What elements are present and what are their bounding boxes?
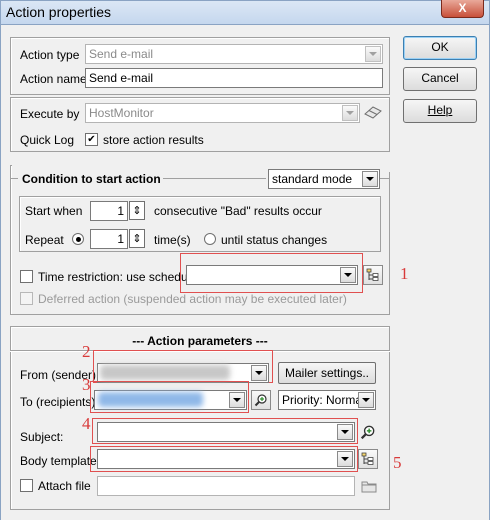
to-label: To (recipients): bbox=[20, 395, 99, 409]
repeat-input[interactable]: 1 bbox=[90, 229, 128, 249]
mailer-settings-button[interactable]: Mailer settings.. bbox=[278, 362, 376, 384]
execute-by-select[interactable]: HostMonitor bbox=[85, 103, 360, 123]
chevron-down-icon bbox=[344, 273, 352, 277]
attach-file-checkbox[interactable] bbox=[20, 479, 33, 492]
quick-log-checkbox-label: store action results bbox=[103, 133, 204, 147]
chevron-down-icon bbox=[341, 430, 349, 434]
parameters-group-title: --- Action parameters --- bbox=[132, 334, 268, 348]
eraser-button[interactable] bbox=[362, 102, 384, 122]
body-template-label: Body template bbox=[20, 454, 97, 468]
folder-icon bbox=[361, 481, 377, 493]
close-button[interactable]: X bbox=[441, 0, 484, 18]
action-type-label: Action type bbox=[20, 48, 80, 62]
subject-macro-button[interactable] bbox=[358, 422, 378, 442]
priority-value: Priority: Normal bbox=[282, 393, 365, 407]
annotation-1: 1 bbox=[400, 264, 409, 283]
window-title: Action properties bbox=[6, 4, 112, 20]
groupbox-line bbox=[10, 178, 18, 179]
chevron-down-icon bbox=[366, 177, 374, 181]
mode-dropdown-button[interactable] bbox=[362, 171, 378, 187]
mode-value: standard mode bbox=[272, 172, 353, 186]
repeat-spinner[interactable]: ⇕ bbox=[129, 229, 145, 248]
from-dropdown-button[interactable] bbox=[251, 365, 267, 381]
until-status-label: until status changes bbox=[221, 233, 328, 247]
repeat-label: Repeat bbox=[25, 233, 64, 247]
browse-file-button[interactable] bbox=[359, 476, 379, 496]
checkmark-icon: ✔ bbox=[87, 134, 96, 145]
until-status-radio[interactable] bbox=[204, 233, 216, 245]
start-when-spinner[interactable]: ⇕ bbox=[129, 201, 145, 220]
cancel-button[interactable]: Cancel bbox=[403, 67, 477, 91]
execute-by-value: HostMonitor bbox=[89, 106, 154, 120]
redacted-recipients bbox=[98, 392, 203, 407]
repeat-times-label: time(s) bbox=[154, 233, 191, 247]
time-restriction-checkbox[interactable] bbox=[20, 270, 33, 283]
annotation-5: 5 bbox=[393, 453, 402, 472]
annotation-3: 3 bbox=[82, 375, 91, 394]
body-template-dropdown-button[interactable] bbox=[337, 451, 353, 467]
quick-log-checkbox[interactable]: ✔ bbox=[85, 133, 98, 146]
time-restriction-label: Time restriction: use schedule bbox=[38, 270, 197, 284]
groupbox-line bbox=[163, 178, 266, 179]
schedule-dropdown-button[interactable] bbox=[340, 267, 356, 283]
body-template-input[interactable] bbox=[97, 449, 355, 469]
quick-log-label: Quick Log bbox=[20, 133, 75, 147]
repeat-radio[interactable] bbox=[72, 233, 84, 245]
attach-file-label: Attach file bbox=[38, 479, 91, 493]
schedule-select[interactable] bbox=[186, 265, 358, 285]
annotation-2: 2 bbox=[82, 342, 91, 361]
priority-dropdown-button[interactable] bbox=[358, 392, 374, 408]
subject-input[interactable] bbox=[97, 422, 355, 442]
tree-list-icon bbox=[361, 452, 374, 465]
action-name-label: Action name bbox=[20, 72, 87, 86]
action-name-input[interactable]: Send e-mail bbox=[85, 68, 383, 88]
chevron-down-icon bbox=[362, 398, 370, 402]
redacted-sender bbox=[100, 365, 230, 380]
radio-dot-icon bbox=[75, 236, 81, 242]
subject-dropdown-button[interactable] bbox=[337, 424, 353, 440]
mailer-settings-label: Mailer settings.. bbox=[284, 366, 370, 380]
tree-list-icon bbox=[366, 268, 379, 281]
action-name-value: Send e-mail bbox=[89, 71, 154, 85]
chevron-down-icon bbox=[346, 111, 354, 115]
condition-group-title: Condition to start action bbox=[22, 172, 161, 186]
help-button[interactable]: Help bbox=[403, 99, 477, 123]
chevron-down-icon bbox=[341, 457, 349, 461]
eraser-icon bbox=[364, 106, 382, 119]
magnifier-icon bbox=[254, 394, 267, 407]
action-type-dropdown-button[interactable] bbox=[365, 46, 381, 62]
chevron-down-icon bbox=[255, 371, 263, 375]
magnifier-icon bbox=[360, 425, 375, 440]
annotation-4: 4 bbox=[82, 414, 91, 433]
schedule-editor-button[interactable] bbox=[363, 265, 383, 285]
start-when-suffix: consecutive "Bad" results occur bbox=[154, 204, 322, 218]
groupbox-line bbox=[380, 178, 390, 179]
execute-by-dropdown-button[interactable] bbox=[342, 105, 358, 121]
execute-by-label: Execute by bbox=[20, 107, 80, 121]
start-when-label: Start when bbox=[25, 204, 83, 218]
to-dropdown-button[interactable] bbox=[229, 392, 245, 408]
spinner-arrows-icon: ⇕ bbox=[132, 233, 142, 245]
help-label: Help bbox=[427, 103, 453, 117]
ok-button[interactable]: OK bbox=[403, 36, 477, 60]
chevron-down-icon bbox=[369, 52, 377, 56]
recipients-lookup-button[interactable] bbox=[251, 390, 271, 410]
body-template-editor-button[interactable] bbox=[358, 449, 378, 469]
deferred-label: Deferred action (suspended action may be… bbox=[38, 292, 347, 306]
start-when-input[interactable]: 1 bbox=[90, 201, 128, 221]
action-type-select[interactable]: Send e-mail bbox=[85, 44, 383, 64]
start-when-value: 1 bbox=[117, 204, 124, 218]
chevron-down-icon bbox=[233, 398, 241, 402]
spinner-arrows-icon: ⇕ bbox=[132, 205, 142, 217]
subject-label: Subject: bbox=[20, 430, 64, 444]
action-type-value: Send e-mail bbox=[89, 47, 154, 61]
repeat-value: 1 bbox=[117, 232, 124, 246]
attach-file-input[interactable] bbox=[97, 476, 355, 496]
deferred-checkbox[interactable] bbox=[20, 292, 33, 305]
